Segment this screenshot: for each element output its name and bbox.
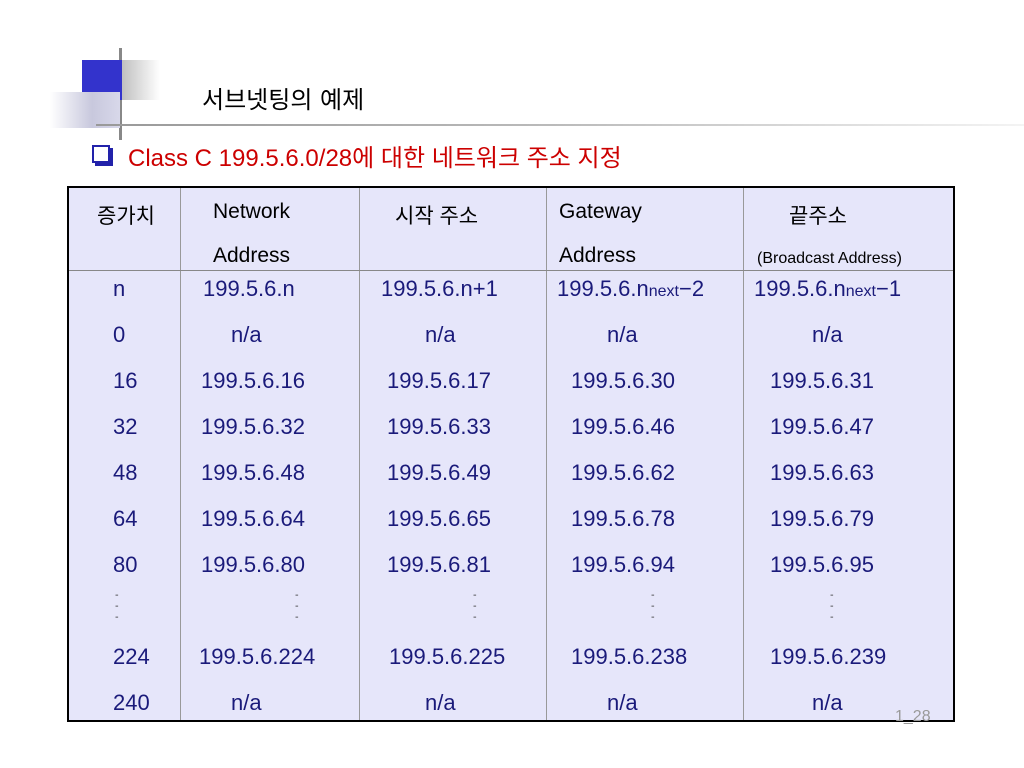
header-gateway-line1: Gateway [559, 200, 642, 223]
cell-network: 199.5.6.80 [201, 552, 305, 577]
header-network-line2: Address [213, 244, 291, 267]
cell-gateway: 199.5.6.46 [571, 414, 675, 439]
cell-end: 199.5.6.239 [770, 644, 887, 669]
cell-gateway: 199.5.6.238 [571, 644, 688, 669]
cell-inc: 224 [113, 644, 150, 669]
cell-inc: 0 [113, 322, 126, 347]
header-gateway-line2: Address [559, 244, 637, 267]
formula-end-base: 199.5.6.n [754, 276, 846, 301]
header-separator [69, 270, 953, 271]
formula-gateway-sub: next [648, 283, 679, 300]
cell-inc: 48 [113, 460, 138, 485]
cell-start: 199.5.6.49 [387, 460, 491, 485]
header-start: 시작 주소 [395, 205, 479, 228]
cell-end: 199.5.6.95 [770, 552, 874, 577]
cell-gateway: 199.5.6.94 [571, 552, 675, 577]
header-end-line2: (Broadcast Address) [757, 250, 902, 267]
decor-gradient-square [122, 60, 160, 100]
cell-end: 199.5.6.63 [770, 460, 874, 485]
cell-network: 199.5.6.224 [199, 644, 316, 669]
cell-end: 199.5.6.47 [770, 414, 874, 439]
header-increment: 증가치 [97, 205, 155, 228]
cell-start: 199.5.6.17 [387, 368, 491, 393]
cell-gateway: n/a [607, 690, 638, 715]
cell-network: 199.5.6.32 [201, 414, 305, 439]
cell-inc: 16 [113, 368, 138, 393]
decor-title-underline [96, 124, 1024, 126]
cell-inc: 32 [113, 414, 138, 439]
ellipsis-text: - - - [295, 590, 299, 623]
header-network-line1: Network [213, 200, 291, 223]
ellipsis-text: - - - [473, 590, 477, 623]
cell-start: n/a [425, 322, 456, 347]
cell-inc: 80 [113, 552, 138, 577]
cell-network: 199.5.6.64 [201, 506, 305, 531]
ellipsis-text: - - - [115, 590, 119, 623]
cell-network: n/a [231, 690, 262, 715]
ellipsis-increment: - - - [115, 590, 119, 623]
decor-gradient-bar [50, 92, 120, 128]
ellipsis-text: - - - [651, 590, 655, 623]
formula-network: 199.5.6.n [203, 276, 295, 301]
cell-start: n/a [425, 690, 456, 715]
cell-network: 199.5.6.48 [201, 460, 305, 485]
formula-gateway-base: 199.5.6.n [557, 276, 649, 301]
ellipsis-end: - - - [830, 590, 834, 623]
formula-gateway-tail: −2 [679, 276, 705, 301]
slide-subtitle: Class C 199.5.6.0/28에 대한 네트워크 주소 지정 [128, 145, 622, 172]
column-separator [546, 188, 547, 720]
cell-inc: 64 [113, 506, 138, 531]
cell-end: 199.5.6.31 [770, 368, 874, 393]
cell-start: 199.5.6.225 [389, 644, 506, 669]
column-separator [359, 188, 360, 720]
column-separator [180, 188, 181, 720]
cell-start: 199.5.6.33 [387, 414, 491, 439]
header-end-line1: 끝주소 [789, 205, 847, 228]
cell-end: n/a [812, 322, 843, 347]
cell-network: 199.5.6.16 [201, 368, 305, 393]
subnet-table: 증가치 Network Address 시작 주소 Gateway Addres… [67, 186, 955, 722]
ellipsis-text: - - - [830, 590, 834, 623]
formula-gateway: 199.5.6.nnext−2 [557, 276, 704, 302]
ellipsis-network: - - - [295, 590, 299, 623]
ellipsis-start: - - - [473, 590, 477, 623]
cell-network: n/a [231, 322, 262, 347]
formula-end-sub: next [845, 283, 876, 300]
cell-start: 199.5.6.65 [387, 506, 491, 531]
cell-end: 199.5.6.79 [770, 506, 874, 531]
cell-gateway: n/a [607, 322, 638, 347]
formula-start: 199.5.6.n+1 [381, 276, 498, 301]
formula-increment: n [113, 276, 126, 301]
cell-gateway: 199.5.6.62 [571, 460, 675, 485]
cell-start: 199.5.6.81 [387, 552, 491, 577]
cell-gateway: 199.5.6.78 [571, 506, 675, 531]
cell-end: n/a [812, 690, 843, 715]
cell-inc: 240 [113, 690, 150, 715]
formula-end-tail: −1 [876, 276, 902, 301]
page-number: 1_28 [895, 708, 931, 725]
ellipsis-gateway: - - - [651, 590, 655, 623]
slide-title: 서브넷팅의 예제 [202, 86, 365, 114]
cell-gateway: 199.5.6.30 [571, 368, 675, 393]
formula-end: 199.5.6.nnext−1 [754, 276, 901, 302]
square-bullet-icon [92, 145, 110, 163]
column-separator [743, 188, 744, 720]
